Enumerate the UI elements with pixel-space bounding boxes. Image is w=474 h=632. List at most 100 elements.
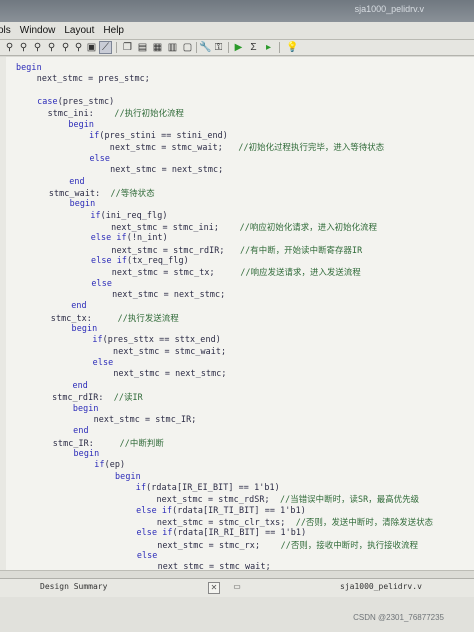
keyword: begin [68, 118, 95, 129]
toolbar-divider [279, 42, 280, 53]
code-line: case(pres_stmc) [17, 96, 115, 106]
code-text: (rdata[IR_TI_BIT] == 1'b1) [172, 504, 306, 515]
tab-design-summary[interactable]: Design Summary [40, 582, 107, 591]
panel-icon[interactable]: ▥ [167, 42, 178, 53]
code-comment: //否则，接收中断时，执行接收流程 [280, 539, 419, 550]
code-text: (rdata[IR_EI_BIT] == 1'b1) [146, 481, 280, 492]
code-line: next_stmc = stmc_clr_txs; //否则，发送中断时，清除发… [23, 516, 433, 528]
code-line: else if(!n_int) [19, 232, 168, 242]
code-line: next_stmc = stmc_tx; //响应发送请求，进入发送流程 [19, 266, 361, 278]
wand-icon[interactable]: ⚲ [60, 42, 71, 53]
wand-icon[interactable]: ⚲ [46, 42, 57, 53]
wrench-icon[interactable]: 🔧 [199, 42, 211, 53]
keyword: begin [115, 470, 141, 481]
keyword: if [94, 459, 105, 470]
code-editor[interactable]: begin next_stmc = pres_stmc; case(pres_s… [0, 57, 474, 570]
code-text: next_stmc = stmc_rdSR; [22, 494, 280, 505]
code-line: begin [17, 119, 94, 129]
wand-select-icon[interactable]: ⟋ [99, 41, 112, 54]
code-line: next_stmc = stmc_wait; [24, 561, 271, 570]
layout-icon[interactable]: ▢ [182, 42, 193, 53]
code-line: else [21, 357, 114, 367]
step-icon[interactable]: ▸ [263, 42, 274, 53]
keyword: end [69, 175, 85, 186]
wand-icon[interactable]: ⚲ [32, 42, 43, 53]
code-comment: //等待状态 [110, 187, 155, 198]
code-line: next_stmc = stmc_wait; //初始化过程执行完毕，进入等待状… [17, 141, 384, 153]
code-comment: //响应发送请求，进入发送流程 [240, 267, 361, 278]
wand-icon[interactable]: ⚲ [18, 42, 29, 53]
window-title: sja1000_pelidrv.v [354, 4, 424, 14]
copy-icon[interactable]: ❐ [122, 42, 133, 53]
toolbar: ⚲ ⚲ ⚲ ⚲ ⚲ ⚲ ▣ ⟋ ❐ ▤ ▦ ▥ ▢ 🔧 ⚿ ▶ Σ ▸ 💡 [0, 40, 474, 56]
menu-tools[interactable]: ols [0, 25, 11, 36]
keyword: else if [90, 232, 127, 243]
code-line: begin [16, 62, 42, 72]
code-line: stmc_tx: //执行发送流程 [20, 312, 179, 324]
sigma-icon[interactable]: Σ [248, 42, 259, 53]
code-text: (pres_stini == stini_end) [99, 130, 228, 141]
menu-layout[interactable]: Layout [64, 25, 94, 36]
code-text: next_stmc = next_stmc; [20, 368, 227, 379]
code-comment: //否则，发送中断时，清除发送状态 [295, 517, 434, 527]
keyword: begin [69, 198, 96, 209]
code-line: end [18, 176, 85, 186]
run-icon[interactable]: ▶ [233, 42, 244, 53]
tab-sja1000-pelidrv[interactable]: sja1000_pelidrv.v [340, 582, 422, 591]
status-bar: CSDN @2301_76877235 [0, 597, 474, 632]
code-line: if(rdata[IR_EI_BIT] == 1'b1) [23, 482, 280, 492]
wand-icon[interactable]: ⚲ [4, 42, 15, 53]
code-line: end [21, 380, 88, 390]
code-line: begin [22, 448, 100, 458]
code-text: next_stmc = stmc_wait; [17, 142, 239, 153]
window-icon[interactable]: ▤ [137, 42, 148, 53]
code-text: stmc_IR: [21, 437, 120, 448]
keyword: begin [72, 402, 99, 413]
code-line: else if(rdata[IR_TI_BIT] == 1'b1) [23, 505, 306, 515]
menu-window[interactable]: Window [20, 25, 56, 36]
image-icon[interactable]: ▣ [86, 42, 97, 53]
code-line: if(ep) [22, 459, 125, 469]
keyword: case [37, 96, 58, 107]
keyword: begin [71, 323, 98, 334]
keyword: begin [16, 62, 42, 72]
code-line: stmc_IR: //中断判断 [22, 437, 164, 449]
toolbar-divider [116, 42, 117, 53]
menu-help[interactable]: Help [103, 25, 124, 36]
code-text: (ep) [104, 459, 126, 470]
keyword: if [135, 481, 147, 492]
grid-icon[interactable]: ▦ [152, 42, 163, 53]
code-line: next_stmc = next_stmc; [20, 289, 226, 299]
code-line: else if(rdata[IR_RI_BIT] == 1'b1) [23, 527, 307, 537]
code-text: next_stmc = stmc_rdIR; [18, 244, 240, 255]
code-line: stmc_wait: //等待状态 [18, 187, 155, 199]
keyword: if [92, 334, 103, 345]
toolbar-divider [196, 42, 197, 53]
keyword: if [89, 130, 100, 141]
lightbulb-icon[interactable]: 💡 [286, 42, 298, 53]
code-line: else [24, 550, 158, 560]
zoom-icon[interactable]: ⚲ [73, 42, 84, 53]
key-icon[interactable]: ⚿ [213, 42, 224, 53]
close-icon[interactable]: ✕ [208, 582, 220, 594]
code-text: next_stmc = next_stmc; [19, 289, 226, 299]
menu-bar: ols Window Layout Help [0, 22, 474, 40]
code-line: next_stmc = pres_stmc; [16, 73, 150, 83]
toolbar-divider [228, 42, 229, 53]
code-comment: //有中断，开始读中断寄存器IR [240, 244, 363, 255]
editor-gutter [0, 57, 6, 570]
